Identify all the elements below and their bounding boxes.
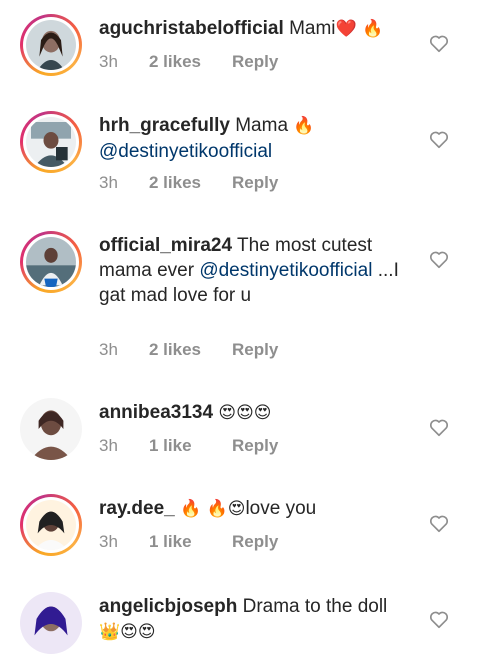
comment-text: Mami: [289, 18, 336, 39]
comment-emoji: ❤️ 🔥: [335, 19, 384, 39]
comment-meta: 3h 2 likes Reply: [99, 52, 278, 72]
mention-link[interactable]: @destinyetikoofficial: [99, 141, 272, 162]
comment-text: Mama: [235, 115, 289, 136]
comment-username[interactable]: ray.dee_: [99, 498, 175, 519]
comment-username[interactable]: annibea3134: [99, 402, 213, 423]
comment-username[interactable]: official_mira24: [99, 235, 232, 256]
comment-username[interactable]: angelicbjoseph: [99, 596, 237, 617]
avatar[interactable]: [20, 494, 82, 556]
comment-meta: 3h 2 likes Reply: [99, 173, 278, 193]
comment-body: angelicbjoseph Drama to the doll 👑😍😍: [99, 594, 399, 645]
comment-body: ray.dee_ 🔥 🔥😍love you: [99, 496, 399, 522]
avatar[interactable]: [20, 111, 82, 173]
comment-emoji: 🔥 🔥😍: [179, 499, 246, 519]
heart-outline-icon[interactable]: [428, 32, 450, 54]
comment-likes[interactable]: 2 likes: [149, 340, 232, 360]
heart-outline-icon[interactable]: [428, 248, 450, 270]
comment-username[interactable]: aguchristabelofficial: [99, 18, 284, 39]
comment-username[interactable]: hrh_gracefully: [99, 115, 230, 136]
avatar[interactable]: [20, 231, 82, 293]
reply-button[interactable]: Reply: [232, 532, 278, 552]
avatar[interactable]: [20, 592, 82, 654]
heart-outline-icon[interactable]: [428, 416, 450, 438]
reply-button[interactable]: Reply: [232, 173, 278, 193]
comment-body: hrh_gracefully Mama 🔥 @destinyetikooffic…: [99, 113, 399, 164]
comment-time: 3h: [99, 173, 118, 192]
comment-emoji: 😍😍😍: [218, 403, 272, 423]
avatar[interactable]: [20, 14, 82, 76]
comment-time: 3h: [99, 52, 118, 71]
heart-outline-icon[interactable]: [428, 608, 450, 630]
reply-button[interactable]: Reply: [232, 436, 278, 456]
comment-likes[interactable]: 1 like: [149, 436, 232, 456]
comment-text-after: love you: [245, 498, 317, 519]
comment-likes[interactable]: 2 likes: [149, 173, 232, 193]
comment-likes[interactable]: 1 like: [149, 532, 232, 552]
comment-meta: 3h 1 like Reply: [99, 436, 278, 456]
comment-time: 3h: [99, 340, 118, 359]
heart-outline-icon[interactable]: [428, 128, 450, 150]
comment-body: official_mira24 The most cutest mama eve…: [99, 233, 399, 308]
reply-button[interactable]: Reply: [232, 52, 278, 72]
comment-likes[interactable]: 2 likes: [149, 52, 232, 72]
comment-meta: 3h 1 like Reply: [99, 532, 278, 552]
comment-text: Drama to the doll: [242, 596, 388, 617]
heart-outline-icon[interactable]: [428, 512, 450, 534]
comment-time: 3h: [99, 532, 118, 551]
comment-time: 3h: [99, 436, 118, 455]
comment-body: annibea3134 😍😍😍: [99, 400, 399, 426]
reply-button[interactable]: Reply: [232, 340, 278, 360]
comment-emoji: 👑😍😍: [99, 622, 156, 642]
avatar[interactable]: [20, 398, 82, 460]
mention-link[interactable]: @destinyetikoofficial: [199, 260, 372, 281]
comment-emoji: 🔥: [293, 116, 315, 136]
comment-meta: 3h 2 likes Reply: [99, 340, 278, 360]
comment-body: aguchristabelofficial Mami❤️ 🔥: [99, 16, 399, 42]
